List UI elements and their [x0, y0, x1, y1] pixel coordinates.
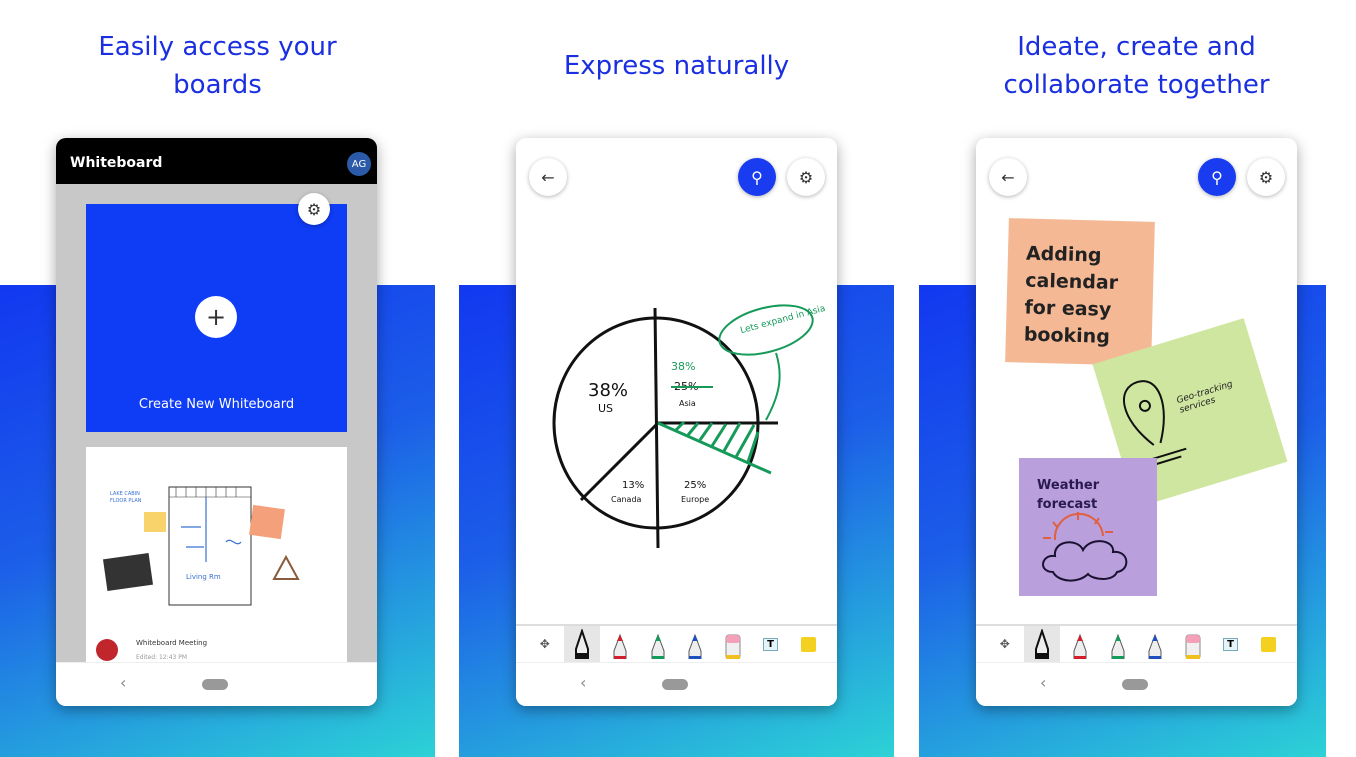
arrow-left-icon: ←: [1001, 167, 1015, 187]
blue-pen-icon: [1148, 633, 1162, 659]
create-new-whiteboard-card[interactable]: + Create New Whiteboard: [86, 204, 347, 432]
settings-button[interactable]: ⚙: [1247, 158, 1285, 196]
text-icon: T: [763, 637, 778, 651]
move-tool[interactable]: ✥: [987, 626, 1023, 662]
pie-europe-label: Europe: [681, 495, 709, 504]
app-title: Whiteboard: [70, 155, 163, 171]
blue-pen-tool[interactable]: [677, 626, 713, 662]
eraser-icon: [725, 634, 741, 659]
pie-europe-value: 25%: [684, 480, 706, 491]
back-button[interactable]: ←: [529, 158, 567, 196]
avatar[interactable]: AG: [347, 152, 371, 176]
person-icon: ⚲: [751, 167, 763, 187]
blue-pen-icon: [688, 633, 702, 659]
green-pen-icon: [651, 633, 665, 659]
sticky-note-text: Adding calendar for easy booking: [1023, 242, 1119, 348]
board-card[interactable]: Living Rm LAKE CABIN FLOOR PLAN Whiteboa…: [86, 447, 347, 662]
green-pen-tool[interactable]: [640, 626, 676, 662]
ink-toolbar: ✥ T: [976, 624, 1297, 662]
caption-2: Express naturally: [563, 51, 790, 81]
caption-3: Ideate, create and collaborate together: [1003, 32, 1270, 100]
move-icon: ✥: [539, 637, 550, 651]
android-nav-bar: ‹: [516, 662, 837, 706]
pie-us-label: US: [598, 402, 613, 415]
red-pen-tool[interactable]: [602, 626, 638, 662]
home-button[interactable]: [1122, 679, 1148, 690]
android-nav-bar: ‹: [56, 662, 377, 706]
app-header: Whiteboard AG: [56, 138, 377, 184]
settings-button[interactable]: ⚙: [787, 158, 825, 196]
add-button[interactable]: +: [195, 296, 237, 338]
eraser-tool[interactable]: [1175, 626, 1211, 662]
plus-icon: +: [205, 303, 227, 331]
gear-icon: ⚙: [306, 199, 322, 219]
black-pen-tool[interactable]: [1024, 626, 1061, 662]
android-nav-bar: ‹: [976, 662, 1297, 706]
svg-text:Living Rm: Living Rm: [186, 573, 221, 581]
back-icon[interactable]: ‹: [580, 673, 586, 692]
sticky-note-tool[interactable]: [1250, 626, 1286, 662]
green-pen-tool[interactable]: [1100, 626, 1136, 662]
settings-button[interactable]: ⚙: [298, 193, 330, 225]
share-button[interactable]: ⚲: [1198, 158, 1236, 196]
move-icon: ✥: [999, 637, 1010, 651]
home-button[interactable]: [662, 679, 688, 690]
text-tool[interactable]: T: [753, 626, 789, 662]
pie-us-value: 38%: [588, 380, 628, 401]
back-icon[interactable]: ‹: [1040, 673, 1046, 692]
phone-canvas-pie: ← ⚲ ⚙ Lets expand in Asia 38% US 38% 25%…: [516, 138, 837, 706]
arrow-left-icon: ←: [541, 167, 555, 187]
text-tool[interactable]: T: [1213, 626, 1249, 662]
gear-icon: ⚙: [798, 167, 814, 187]
sun-cloud-drawing: [1042, 512, 1128, 582]
ink-toolbar: ✥ T: [516, 624, 837, 662]
red-pen-icon: [1073, 633, 1087, 659]
board-thumbnail: Living Rm LAKE CABIN FLOOR PLAN: [100, 486, 300, 606]
phone-canvas-notes: ← ⚲ ⚙ Adding calendar for easy booking G…: [976, 138, 1297, 706]
black-pen-icon: [575, 629, 590, 659]
sticky-note-calendar[interactable]: Adding calendar for easy booking: [1005, 218, 1155, 366]
person-icon: ⚲: [1211, 167, 1223, 187]
pie-canada-label: Canada: [611, 495, 642, 504]
eraser-icon: [1185, 634, 1201, 659]
pie-drawing: Lets expand in Asia 38% US 38% 25% Asia …: [552, 304, 827, 549]
board-owner-avatar: [96, 639, 118, 661]
black-pen-tool[interactable]: [564, 626, 601, 662]
sticky-note-tool[interactable]: [790, 626, 826, 662]
pie-canada-value: 13%: [622, 480, 644, 491]
caption-1: Easily access your boards: [98, 32, 337, 100]
red-pen-icon: [613, 633, 627, 659]
home-button[interactable]: [202, 679, 228, 690]
text-icon: T: [1223, 637, 1238, 651]
eraser-tool[interactable]: [715, 626, 751, 662]
sticky-note-text: Weather forecast: [1037, 478, 1100, 512]
sticky-note-weather[interactable]: Weather forecast: [1019, 458, 1157, 596]
move-tool[interactable]: ✥: [527, 626, 563, 662]
sticky-note-icon: [1260, 636, 1276, 652]
pie-asia-new: 38%: [671, 360, 695, 373]
sticky-note-icon: [800, 636, 816, 652]
gear-icon: ⚙: [1258, 167, 1274, 187]
svg-text:FLOOR PLAN: FLOOR PLAN: [110, 498, 142, 504]
back-button[interactable]: ←: [989, 158, 1027, 196]
share-button[interactable]: ⚲: [738, 158, 776, 196]
create-label: Create New Whiteboard: [138, 397, 295, 412]
pie-asia-label: Asia: [679, 399, 696, 408]
black-pen-icon: [1035, 629, 1050, 659]
board-edited: Edited: 12:43 PM: [136, 654, 188, 661]
back-icon[interactable]: ‹: [120, 673, 126, 692]
green-pen-icon: [1111, 633, 1125, 659]
blue-pen-tool[interactable]: [1137, 626, 1173, 662]
phone-boards: Whiteboard AG + Create New Whiteboard ⚙ …: [56, 138, 377, 706]
board-title: Whiteboard Meeting: [136, 639, 208, 647]
svg-text:LAKE CABIN: LAKE CABIN: [110, 491, 140, 497]
red-pen-tool[interactable]: [1062, 626, 1098, 662]
